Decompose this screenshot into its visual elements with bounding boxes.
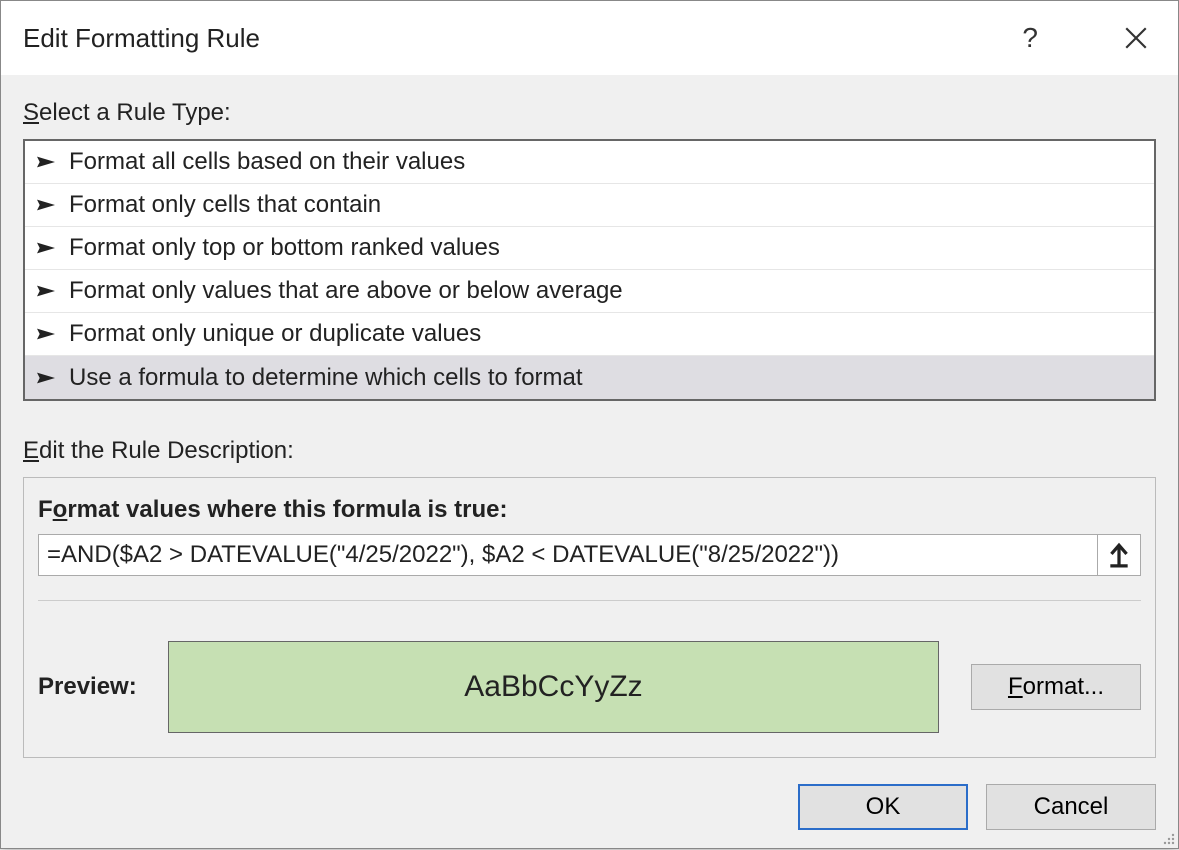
rule-type-item[interactable]: Format only cells that contain xyxy=(25,184,1154,227)
arrow-right-icon xyxy=(37,242,55,254)
formula-row xyxy=(38,534,1141,576)
arrow-right-icon xyxy=(37,328,55,340)
arrow-right-icon xyxy=(37,156,55,168)
arrow-right-icon xyxy=(37,372,55,384)
formula-label: Format values where this formula is true… xyxy=(38,496,1141,524)
resize-grip-icon[interactable] xyxy=(1159,829,1175,845)
dialog-footer: OK Cancel xyxy=(1,766,1178,830)
rule-type-text: Format all cells based on their values xyxy=(69,148,465,176)
rule-type-item[interactable]: Format only unique or duplicate values xyxy=(25,313,1154,356)
rule-type-item[interactable]: Format only values that are above or bel… xyxy=(25,270,1154,313)
preview-sample-box: AaBbCcYyZz xyxy=(168,641,939,733)
divider xyxy=(38,600,1141,601)
preview-label: Preview: xyxy=(38,673,168,701)
close-icon[interactable] xyxy=(1112,14,1160,62)
rule-type-text: Format only unique or duplicate values xyxy=(69,320,481,348)
dialog-body: Select a Rule Type: Format all cells bas… xyxy=(1,75,1178,766)
rule-type-list: Format all cells based on their values F… xyxy=(23,139,1156,401)
rule-type-item-selected[interactable]: Use a formula to determine which cells t… xyxy=(25,356,1154,399)
arrow-right-icon xyxy=(37,285,55,297)
rule-type-item[interactable]: Format all cells based on their values xyxy=(25,141,1154,184)
rule-type-text: Format only values that are above or bel… xyxy=(69,277,623,305)
titlebar: Edit Formatting Rule ? xyxy=(1,1,1178,75)
edit-description-label: Edit the Rule Description: xyxy=(23,437,1156,465)
range-picker-icon[interactable] xyxy=(1097,534,1141,576)
rule-description-box: Format values where this formula is true… xyxy=(23,477,1156,758)
formula-input[interactable] xyxy=(38,534,1097,576)
rule-type-text: Format only cells that contain xyxy=(69,191,381,219)
edit-formatting-rule-dialog: Edit Formatting Rule ? Select a Rule Typ… xyxy=(0,0,1179,849)
arrow-right-icon xyxy=(37,199,55,211)
preview-row: Preview: AaBbCcYyZz Format... xyxy=(38,641,1141,733)
rule-type-text: Format only top or bottom ranked values xyxy=(69,234,500,262)
edit-description-section: Edit the Rule Description: Format values… xyxy=(23,437,1156,758)
rule-type-item[interactable]: Format only top or bottom ranked values xyxy=(25,227,1154,270)
rule-type-label: Select a Rule Type: xyxy=(23,99,1156,127)
help-icon[interactable]: ? xyxy=(1022,22,1038,54)
ok-button[interactable]: OK xyxy=(798,784,968,830)
dialog-title: Edit Formatting Rule xyxy=(23,23,1022,54)
cancel-button[interactable]: Cancel xyxy=(986,784,1156,830)
rule-type-text: Use a formula to determine which cells t… xyxy=(69,364,583,392)
format-button[interactable]: Format... xyxy=(971,664,1141,710)
